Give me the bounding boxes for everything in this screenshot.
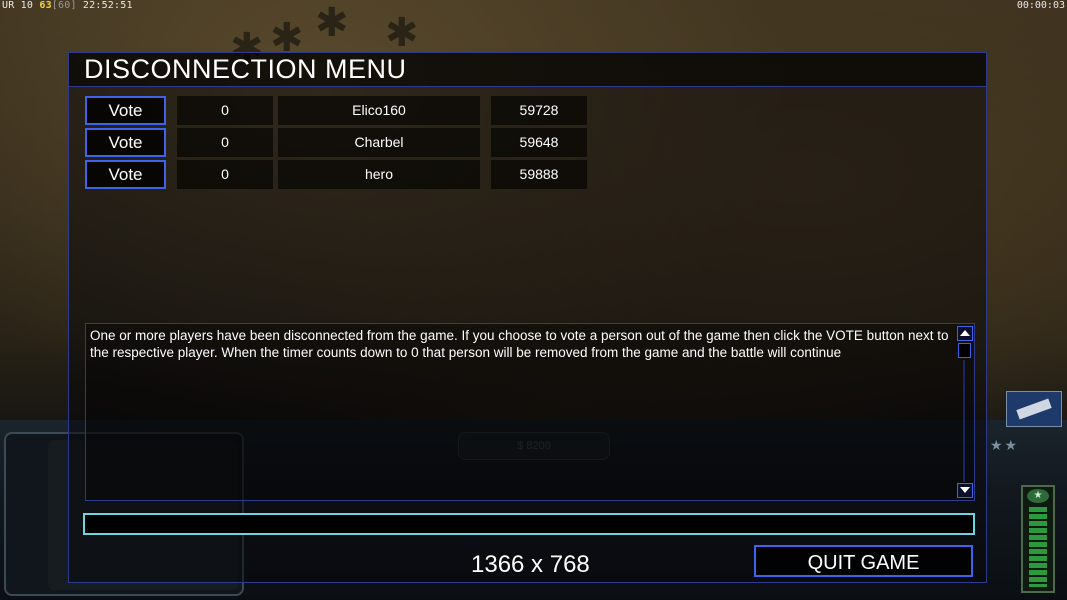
scroll-down-arrow-icon[interactable] [957,483,973,498]
disconnect-message: One or more players have been disconnect… [90,328,949,360]
faction-emblem-icon: ★ [1027,489,1049,503]
vote-button[interactable]: Vote [85,160,166,189]
palm-tree-decoration: ✱ [385,11,419,55]
player-name: Elico160 [278,96,480,125]
player-name: Charbel [278,128,480,157]
scroll-track[interactable] [963,360,965,482]
satellite-icon[interactable] [1006,391,1062,427]
scroll-up-arrow-icon[interactable] [957,326,973,341]
vote-button[interactable]: Vote [85,96,166,125]
chat-input[interactable] [83,513,975,535]
hud-status-readout: UR 10 63[60] 22:52:51 [2,0,133,11]
hud-status-prefix: UR 10 [2,0,34,11]
power-meter-bars [1029,507,1047,587]
vote-button[interactable]: Vote [85,128,166,157]
hud-game-timer: 00:00:03 [1016,0,1065,11]
player-timer: 0 [177,128,273,157]
scroll-thumb[interactable] [958,343,971,358]
player-timer: 0 [177,160,273,189]
power-meter: ★ [1021,485,1055,593]
hud-clock: 22:52:51 [82,0,133,11]
player-name: hero [278,160,480,189]
player-port: 59648 [491,128,587,157]
hud-fps-limit: [60] [51,0,77,11]
resolution-label: 1366 x 768 [471,551,590,578]
menu-title-bar: DISCONNECTION MENU [69,53,986,87]
quit-game-button[interactable]: QUIT GAME [754,545,973,577]
player-port: 59728 [491,96,587,125]
player-timer: 0 [177,96,273,125]
hud-fps-value: 63 [39,0,52,11]
message-scrollbar[interactable] [956,324,974,500]
rank-stars-icon: ★★ [990,437,1020,453]
player-port: 59888 [491,160,587,189]
palm-tree-decoration: ✱ [315,1,349,45]
message-box: One or more players have been disconnect… [85,323,975,501]
disconnection-menu: DISCONNECTION MENU Vote 0 Elico160 59728… [68,52,987,583]
menu-title: DISCONNECTION MENU [84,54,407,84]
